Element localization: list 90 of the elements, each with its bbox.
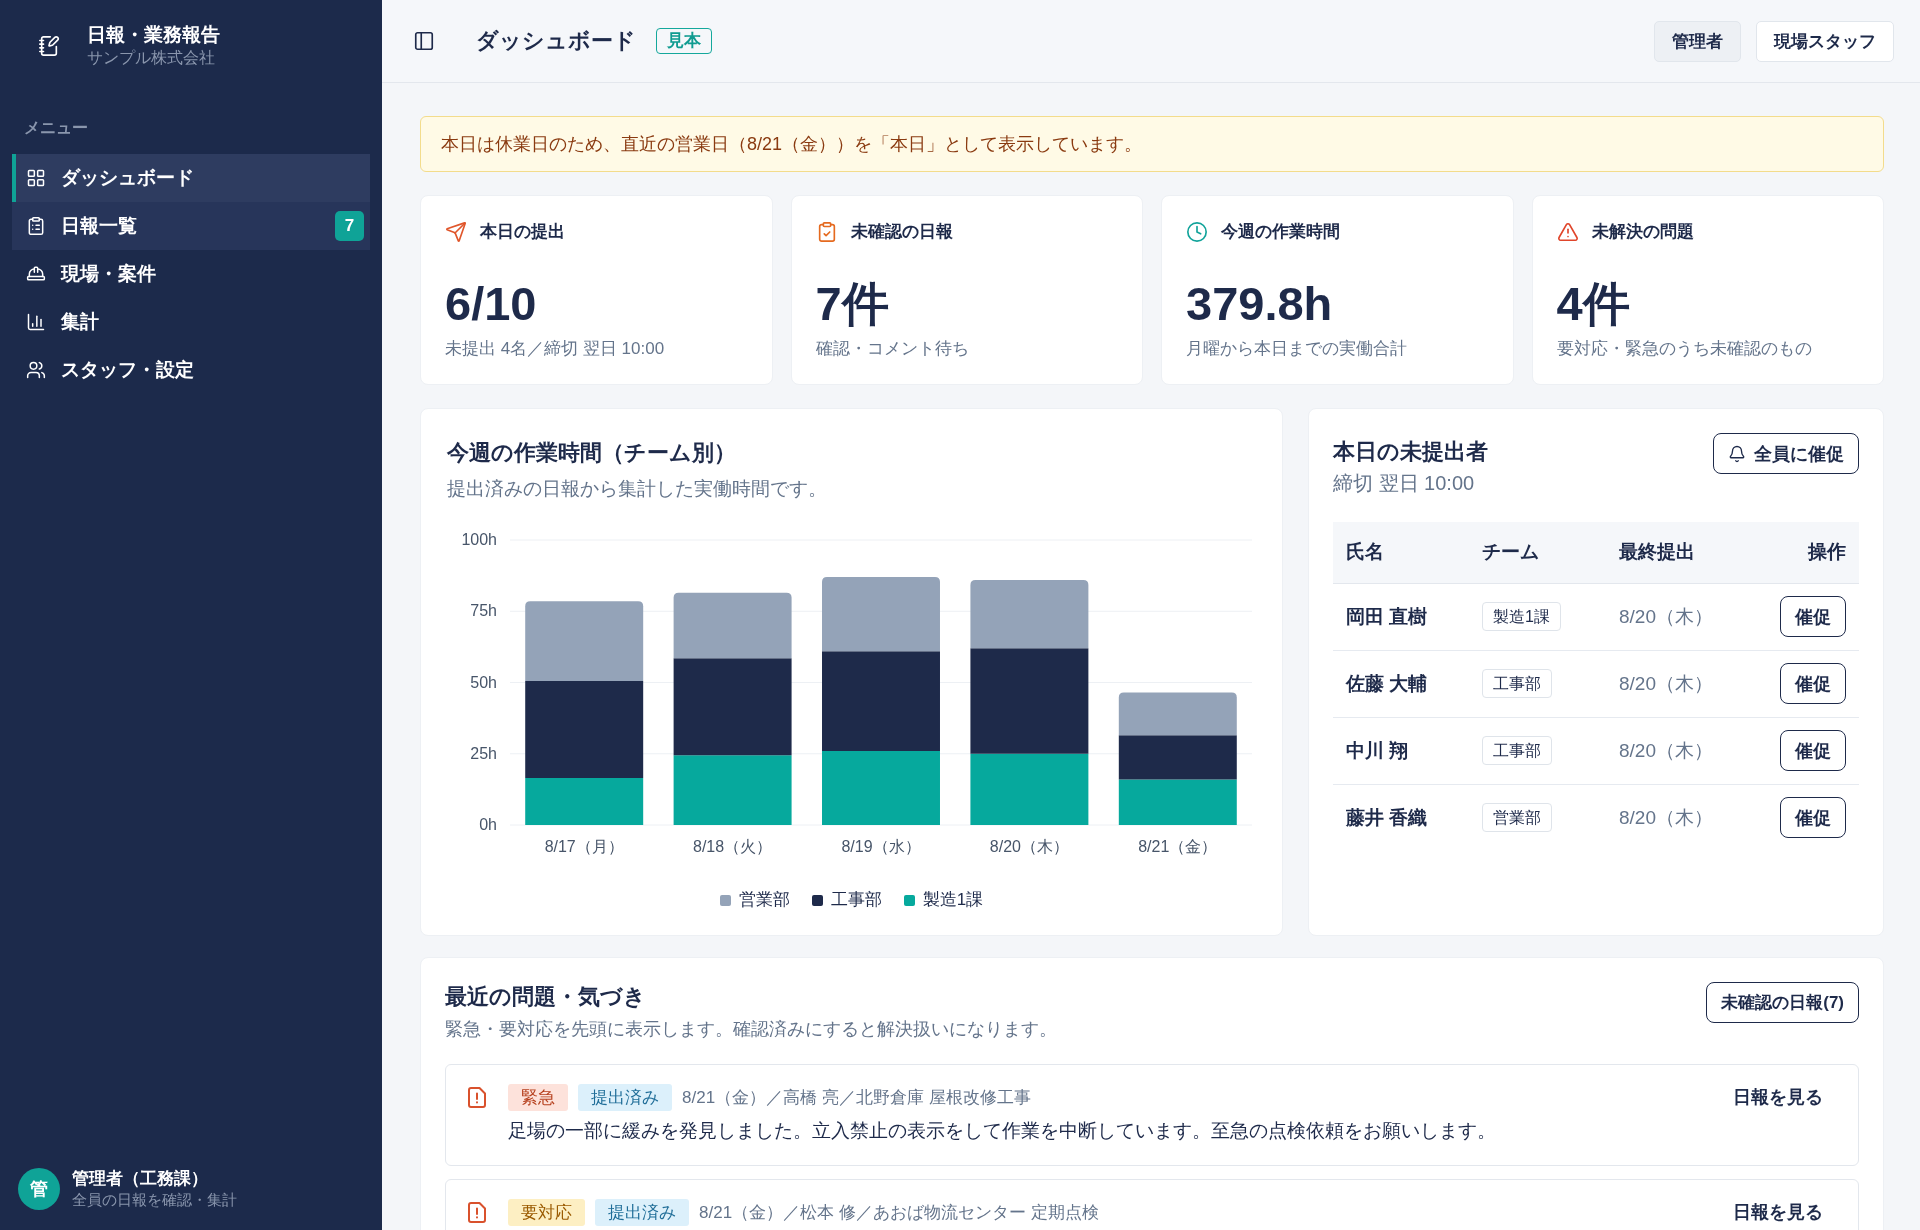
clipboard-list-icon [26, 216, 46, 236]
remind-button[interactable]: 催促 [1780, 797, 1846, 839]
sidebar-toggle-button[interactable] [412, 29, 436, 53]
team-tag: 製造1課 [1482, 602, 1561, 631]
x-axis-label: 8/17（月） [544, 838, 624, 855]
stat-value: 4件 [1556, 279, 1631, 329]
role-button[interactable]: 現場スタッフ [1756, 20, 1894, 62]
last-submitted-date: 8/20（木） [1619, 672, 1713, 694]
bar-chart-icon [26, 312, 46, 332]
view-report-link[interactable]: 日報を見る [1733, 1198, 1823, 1226]
status-tag: 提出済み [578, 1083, 672, 1111]
column-header: チーム [1469, 522, 1606, 583]
staff-name: 佐藤 大輔 [1346, 672, 1428, 694]
user-avatar: 管 [18, 1167, 60, 1210]
last-submitted-date: 8/20（木） [1619, 605, 1713, 627]
notebook-pen-icon [38, 34, 60, 57]
user-role: 全員の日報を確認・集計 [72, 1190, 237, 1210]
legend-label: 営業部 [738, 889, 790, 911]
nav-item[interactable]: 現場・案件 [12, 250, 370, 298]
role-button[interactable]: 管理者 [1654, 20, 1741, 62]
status-tag: 要対応 [508, 1198, 585, 1226]
issue-text: 足場の一部に緩みを発見しました。立入禁止の表示をして作業を中断しています。至急の点検依頼をお願いします。 [508, 1119, 1497, 1143]
page-title: ダッシュボード [476, 27, 636, 55]
stat-label: 本日の提出 [480, 221, 565, 243]
x-axis-label: 8/21（金） [1138, 838, 1218, 855]
stat-label: 未確認の日報 [850, 221, 953, 243]
sample-label: 見本 [656, 28, 712, 54]
last-submitted-date: 8/20（木） [1619, 806, 1713, 828]
last-submitted-date: 8/20（木） [1619, 739, 1713, 761]
menu-heading: メニュー [23, 118, 89, 138]
column-header: 氏名 [1333, 522, 1469, 583]
stat-value: 379.8h [1186, 279, 1334, 329]
nav-item[interactable]: 集計 [12, 298, 370, 346]
remind-button[interactable]: 催促 [1780, 730, 1846, 771]
stat-label: 未解決の問題 [1591, 221, 1694, 243]
y-axis-label: 75h [470, 602, 497, 620]
issue-meta: 8/21（金）／高橋 亮／北野倉庫 屋根改修工事 [682, 1086, 1031, 1109]
remind-all-button[interactable]: 全員に催促 [1713, 433, 1859, 474]
count-badge: 7 [335, 211, 364, 241]
issue-meta: 8/21（金）／松本 修／あおば物流センター 定期点検 [699, 1201, 1099, 1224]
column-header: 最終提出 [1606, 522, 1756, 583]
unconfirmed-reports-button[interactable]: 未確認の日報(7) [1706, 982, 1859, 1023]
panel-subtitle: 緊急・要対応を先頭に表示します。確認済みにすると解決扱いになります。 [445, 1018, 1057, 1041]
staff-name: 中川 翔 [1346, 739, 1409, 761]
notice-banner: 本日は休業日のため、直近の営業日（8/21（金））を「本日」として表示しています。 [420, 116, 1884, 172]
y-axis-label: 100h [461, 531, 497, 548]
stat-label: 今週の作業時間 [1221, 221, 1340, 243]
team-tag: 工事部 [1482, 736, 1552, 765]
app-title: 日報・業務報告 [87, 23, 220, 47]
stat-value: 7件 [815, 279, 890, 329]
column-header: 操作 [1756, 522, 1859, 583]
legend-label: 製造1課 [922, 889, 984, 911]
nav-item[interactable]: 日報一覧 7 [12, 202, 370, 250]
panel-title: 本日の未提出者 [1333, 438, 1488, 466]
alert-icon [468, 1202, 486, 1223]
deadline-text: 締切 翌日 10:00 [1333, 471, 1476, 496]
staff-name: 藤井 香織 [1346, 806, 1428, 828]
chart-subtitle: 提出済みの日報から集計した実働時間です。 [447, 477, 828, 501]
company-name: サンプル株式会社 [87, 48, 216, 68]
x-axis-label: 8/19（水） [841, 838, 921, 855]
x-axis-label: 8/18（火） [693, 838, 773, 855]
nav-item[interactable]: ダッシュボード [12, 154, 370, 202]
chart-title: 今週の作業時間（チーム別） [447, 439, 737, 467]
y-axis-label: 25h [470, 744, 497, 762]
y-axis-label: 50h [470, 673, 497, 691]
panel-icon [413, 30, 435, 52]
status-tag: 提出済み [595, 1198, 689, 1226]
team-tag: 工事部 [1482, 669, 1552, 698]
grid-icon [26, 168, 46, 188]
stat-note: 未提出 4名／締切 翌日 10:00 [445, 338, 666, 360]
stat-value: 6/10 [445, 279, 538, 329]
staff-name: 岡田 直樹 [1346, 605, 1428, 627]
remind-button[interactable]: 催促 [1780, 663, 1846, 704]
view-report-link[interactable]: 日報を見る [1733, 1083, 1823, 1111]
stat-note: 月曜から本日までの実働合計 [1186, 338, 1408, 360]
nav-item[interactable]: スタッフ・設定 [12, 346, 370, 394]
stat-note: 確認・コメント待ち [815, 338, 970, 360]
y-axis-label: 0h [479, 816, 497, 833]
team-tag: 営業部 [1482, 803, 1552, 833]
alert-icon [468, 1087, 486, 1108]
user-name: 管理者（工務課） [72, 1168, 209, 1190]
status-tag: 緊急 [508, 1083, 568, 1111]
users-icon [26, 360, 46, 380]
legend-label: 工事部 [830, 889, 882, 911]
hard-hat-icon [26, 264, 46, 284]
x-axis-label: 8/20（木） [989, 838, 1069, 855]
bell-icon [1728, 444, 1746, 463]
panel-title: 最近の問題・気づき [445, 983, 647, 1011]
stat-note: 要対応・緊急のうち未確認のもの [1556, 338, 1813, 360]
remind-button[interactable]: 催促 [1780, 596, 1846, 637]
